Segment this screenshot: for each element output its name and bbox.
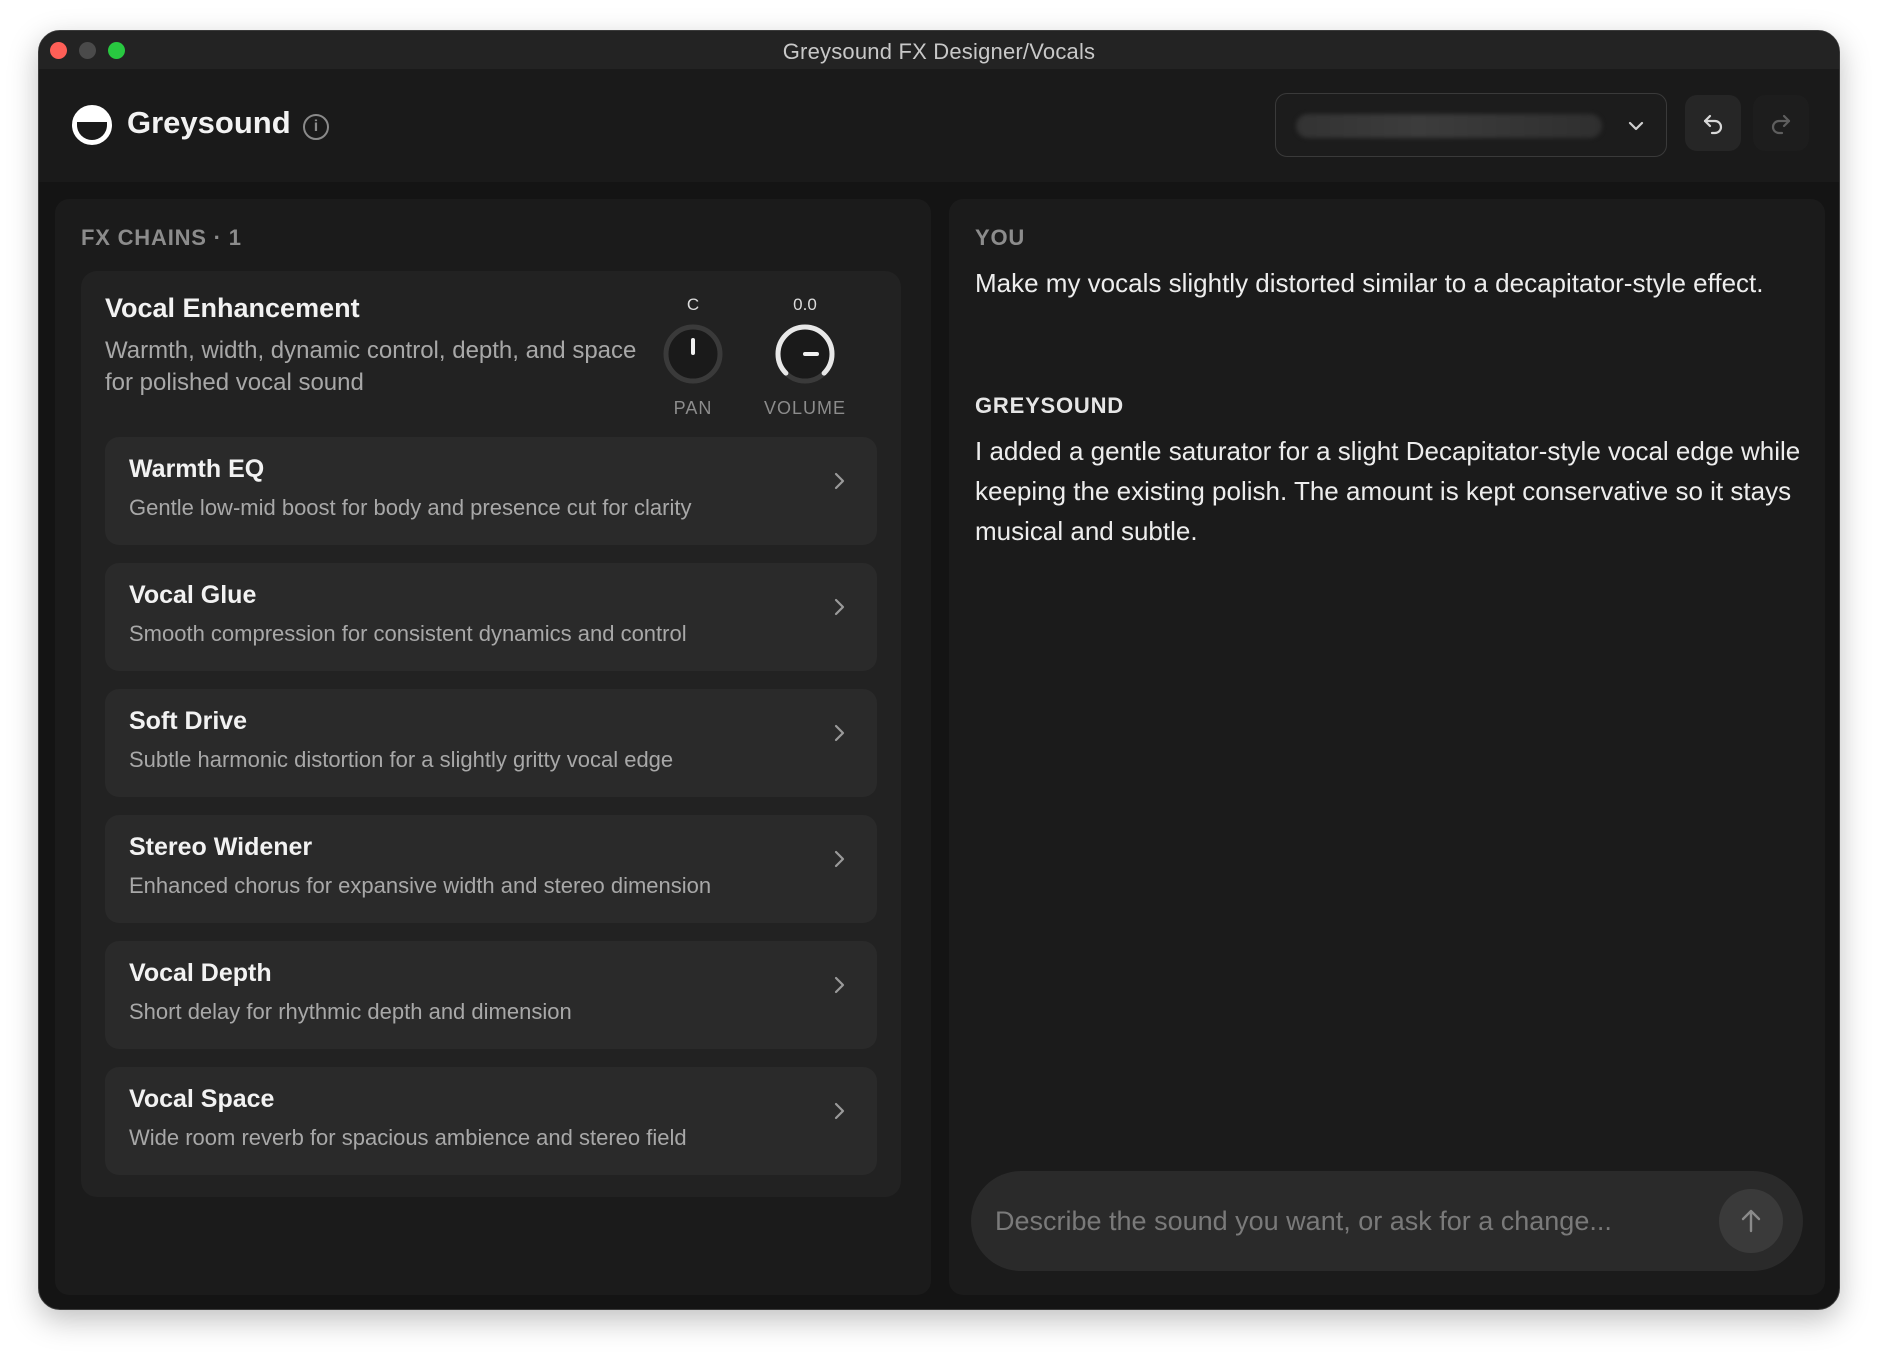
pan-value: C: [686, 295, 700, 314]
chevron-right-icon: [834, 598, 845, 616]
fx-item-description: Short delay for rhythmic depth and dimen…: [129, 999, 572, 1024]
assistant-role-label: GREYSOUND: [975, 393, 1124, 418]
fx-item-name: Stereo Widener: [129, 833, 313, 861]
preset-dropdown[interactable]: [1275, 93, 1667, 157]
fx-item-vocal-depth[interactable]: Vocal Depth Short delay for rhythmic dep…: [105, 941, 877, 1049]
app-window: Greysound FX Designer/Vocals Greysound i: [38, 30, 1840, 1310]
volume-knob[interactable]: [774, 323, 836, 385]
pan-control: C PAN: [643, 295, 743, 419]
arrow-up-icon: [1741, 1209, 1761, 1233]
fx-item-description: Enhanced chorus for expansive width and …: [129, 873, 712, 898]
volume-control: 0.0 VOLUME: [755, 295, 855, 419]
chevron-right-icon: [834, 724, 845, 742]
fx-item-name: Vocal Glue: [129, 581, 257, 609]
chevron-right-icon: [834, 850, 845, 868]
send-button[interactable]: [1719, 1189, 1783, 1253]
chevron-down-icon: [1628, 121, 1644, 131]
assistant-message: I added a gentle saturator for a slight …: [975, 436, 1801, 546]
chevron-right-icon: [834, 472, 845, 490]
user-role-label: YOU: [975, 225, 1026, 250]
fx-item-stereo-widener[interactable]: Stereo Widener Enhanced chorus for expan…: [105, 815, 877, 923]
fx-item-name: Vocal Depth: [129, 959, 272, 987]
brand-name: Greysound: [127, 105, 291, 140]
chat-input[interactable]: [995, 1199, 1695, 1243]
user-message: Make my vocals slightly distorted simila…: [975, 268, 1764, 298]
preset-name-redacted: [1296, 114, 1602, 138]
redo-icon: [1771, 114, 1791, 135]
fx-item-description: Smooth compression for consistent dynami…: [129, 621, 687, 646]
fx-item-description: Subtle harmonic distortion for a slightl…: [129, 747, 674, 772]
window-title: Greysound FX Designer/Vocals: [782, 39, 1096, 64]
fx-chains-panel: FX CHAINS · 1 Vocal Enhancement Warmth, …: [55, 199, 931, 1295]
title-bar: Greysound FX Designer/Vocals: [39, 31, 1839, 69]
fx-item-description: Gentle low-mid boost for body and presen…: [129, 495, 692, 520]
undo-button[interactable]: [1685, 95, 1741, 151]
chat-composer: [971, 1171, 1803, 1271]
fx-item-soft-drive[interactable]: Soft Drive Subtle harmonic distortion fo…: [105, 689, 877, 797]
fx-item-vocal-glue[interactable]: Vocal Glue Smooth compression for consis…: [105, 563, 877, 671]
fx-item-name: Vocal Space: [129, 1085, 275, 1113]
volume-label: VOLUME: [763, 398, 847, 418]
app-header: Greysound i: [39, 69, 1839, 182]
chevron-right-icon: [834, 1102, 845, 1120]
fx-item-name: Soft Drive: [129, 707, 248, 735]
fx-item-vocal-space[interactable]: Vocal Space Wide room reverb for spaciou…: [105, 1067, 877, 1175]
pan-knob[interactable]: [662, 323, 724, 385]
fx-item-warmth-eq[interactable]: Warmth EQ Gentle low-mid boost for body …: [105, 437, 877, 545]
fx-item-name: Warmth EQ: [129, 455, 265, 483]
chat-panel: YOU Make my vocals slightly distorted si…: [949, 199, 1825, 1295]
undo-icon: [1703, 114, 1723, 135]
info-icon[interactable]: i: [303, 114, 329, 140]
chain-title: Vocal Enhancement: [105, 293, 360, 323]
redo-button[interactable]: [1753, 95, 1809, 151]
chevron-right-icon: [834, 976, 845, 994]
chain-description: Warmth, width, dynamic control, depth, a…: [105, 337, 637, 396]
pan-label: PAN: [673, 398, 713, 418]
fx-chains-heading: FX CHAINS · 1: [81, 225, 242, 250]
greysound-logo-icon: [72, 105, 112, 145]
fx-item-description: Wide room reverb for spacious ambience a…: [129, 1125, 687, 1150]
volume-value: 0.0: [793, 295, 817, 314]
fx-chain-card: Vocal Enhancement Warmth, width, dynamic…: [81, 271, 901, 1197]
